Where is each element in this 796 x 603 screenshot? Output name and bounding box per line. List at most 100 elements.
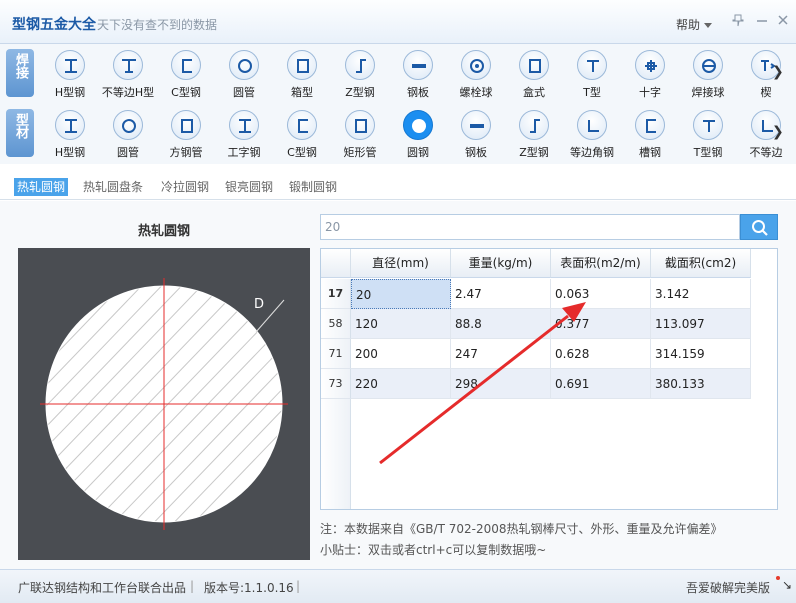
- category-item[interactable]: T型钢: [678, 108, 738, 162]
- category-item[interactable]: 方钢管: [156, 108, 216, 162]
- table-cell[interactable]: 247: [451, 339, 551, 369]
- category-item[interactable]: 螺栓球: [446, 48, 506, 102]
- table-cell[interactable]: 120: [351, 309, 451, 339]
- column-header[interactable]: 直径(mm): [351, 249, 451, 278]
- category-item[interactable]: 不等边: [736, 108, 796, 162]
- category-row-welded: 焊接 H型钢 不等边H型 C型钢 圆管 箱型 Z型钢 钢板 螺栓球 盒式 T型 十字 焊接球楔 ❯: [0, 44, 796, 104]
- section-title: 热轧圆钢: [138, 224, 191, 239]
- expand-arrow-icon[interactable]: ↘: [782, 578, 792, 592]
- category-item[interactable]: 槽钢: [620, 108, 680, 162]
- app-slogan: 天下没有查不到的数据: [97, 18, 218, 32]
- table-cell[interactable]: 0.063: [551, 279, 651, 309]
- scroll-right-icon[interactable]: ❯: [772, 64, 784, 80]
- category-item[interactable]: Z型钢: [504, 108, 564, 162]
- unequal-h-beam-icon: [113, 50, 143, 80]
- pin-icon[interactable]: [730, 13, 746, 29]
- search-input[interactable]: [325, 218, 725, 236]
- diameter-label: D: [254, 297, 264, 312]
- c-channel-icon: [171, 50, 201, 80]
- category-item[interactable]: 楔: [736, 48, 796, 102]
- subtab-cold-drawn-round-bar[interactable]: 冷拉圆钢: [158, 178, 212, 196]
- column-header[interactable]: 截面积(cm2): [651, 249, 751, 278]
- minimize-icon[interactable]: [754, 13, 770, 29]
- subtab-bright-round-bar[interactable]: 银亮圆钢: [222, 178, 276, 196]
- t-section-icon: [693, 110, 723, 140]
- column-header[interactable]: 重量(kg/m): [451, 249, 551, 278]
- category-item[interactable]: 圆钢: [388, 108, 448, 162]
- category-item[interactable]: 圆管: [98, 108, 158, 162]
- column-header[interactable]: 表面积(m2/m): [551, 249, 651, 278]
- row-number[interactable]: 58: [321, 309, 351, 339]
- category-label-profiles[interactable]: 型材: [6, 109, 34, 157]
- row-number[interactable]: 17: [321, 279, 351, 309]
- close-icon[interactable]: [775, 13, 791, 29]
- z-section-icon: [345, 50, 375, 80]
- help-label: 帮助: [676, 18, 701, 32]
- table-cell[interactable]: 314.159: [651, 339, 751, 369]
- h-beam-icon: [55, 110, 85, 140]
- subtab-hot-rolled-wire-rod[interactable]: 热轧圆盘条: [80, 178, 146, 196]
- category-item[interactable]: 不等边H型: [98, 48, 158, 102]
- title-bar: 型钢五金大全 天下没有查不到的数据 帮助: [0, 0, 796, 44]
- category-item[interactable]: 钢板: [388, 48, 448, 102]
- table-cell[interactable]: 200: [351, 339, 451, 369]
- category-row-profiles: 型材 H型钢 圆管 方钢管 工字钢 C型钢 矩形管 圆钢 钢板 Z型钢 等边角钢 槽钢 T型钢 不等边 …: [0, 104, 796, 164]
- search-button[interactable]: [740, 214, 778, 240]
- square-tube-icon: [171, 110, 201, 140]
- equal-angle-icon: [577, 110, 607, 140]
- scroll-right-icon[interactable]: ❯: [772, 124, 784, 140]
- table-cell[interactable]: 220: [351, 369, 451, 399]
- chevron-down-icon: [704, 23, 713, 28]
- data-source-note: 注：本数据来自《GB/T 702-2008热轧钢棒尺寸、外形、重量及允许偏差》: [320, 522, 723, 536]
- status-bar: 广联达钢结构和工作台联合出品 | 版本号:1.1.0.16 | 吾爱破解完美版 …: [0, 569, 796, 603]
- box-section-icon: [287, 50, 317, 80]
- round-pipe-icon: [229, 50, 259, 80]
- category-item[interactable]: 工字钢: [214, 108, 274, 162]
- table-cell[interactable]: 0.691: [551, 369, 651, 399]
- row-number[interactable]: 71: [321, 339, 351, 369]
- category-item[interactable]: 等边角钢: [562, 108, 622, 162]
- round-pipe-icon: [113, 110, 143, 140]
- h-beam-icon: [55, 50, 85, 80]
- notification-dot: [776, 576, 780, 580]
- table-cell[interactable]: 113.097: [651, 309, 751, 339]
- category-item[interactable]: 焊接球: [678, 48, 738, 102]
- t-section-icon: [577, 50, 607, 80]
- table-cell[interactable]: 2.47: [451, 279, 551, 309]
- table-cell[interactable]: 88.8: [451, 309, 551, 339]
- table-cell[interactable]: 20: [351, 279, 451, 309]
- subtab-hot-rolled-round-bar[interactable]: 热轧圆钢: [14, 178, 69, 196]
- c-channel-icon: [287, 110, 317, 140]
- help-menu[interactable]: 帮助: [676, 16, 713, 33]
- table-cell[interactable]: 0.377: [551, 309, 651, 339]
- steel-plate-icon: [403, 50, 433, 80]
- category-item[interactable]: C型钢: [156, 48, 216, 102]
- category-label-welded[interactable]: 焊接: [6, 49, 34, 97]
- category-item[interactable]: 十字: [620, 48, 680, 102]
- category-item[interactable]: H型钢: [40, 108, 100, 162]
- table-cell[interactable]: 298: [451, 369, 551, 399]
- table-corner: [321, 249, 351, 278]
- category-item[interactable]: Z型钢: [330, 48, 390, 102]
- category-item-label: 楔: [760, 86, 772, 99]
- category-item[interactable]: 箱型: [272, 48, 332, 102]
- welded-ball-icon: [693, 50, 723, 80]
- category-item[interactable]: T型: [562, 48, 622, 102]
- i-beam-icon: [229, 110, 259, 140]
- version-text: 版本号:1.1.0.16: [204, 581, 294, 595]
- category-item[interactable]: 矩形管: [330, 108, 390, 162]
- edition-link[interactable]: 吾爱破解完美版: [686, 579, 770, 596]
- row-number[interactable]: 73: [321, 369, 351, 399]
- category-item[interactable]: 盒式: [504, 48, 564, 102]
- search-box: [320, 214, 740, 240]
- category-item[interactable]: H型钢: [40, 48, 100, 102]
- status-separator: |: [190, 579, 195, 593]
- table-cell[interactable]: 3.142: [651, 279, 751, 309]
- subtab-forged-round-bar[interactable]: 锻制圆钢: [286, 178, 340, 196]
- category-item[interactable]: 钢板: [446, 108, 506, 162]
- category-item[interactable]: C型钢: [272, 108, 332, 162]
- round-bar-icon: [403, 110, 433, 140]
- table-cell[interactable]: 0.628: [551, 339, 651, 369]
- table-cell[interactable]: 380.133: [651, 369, 751, 399]
- category-item[interactable]: 圆管: [214, 48, 274, 102]
